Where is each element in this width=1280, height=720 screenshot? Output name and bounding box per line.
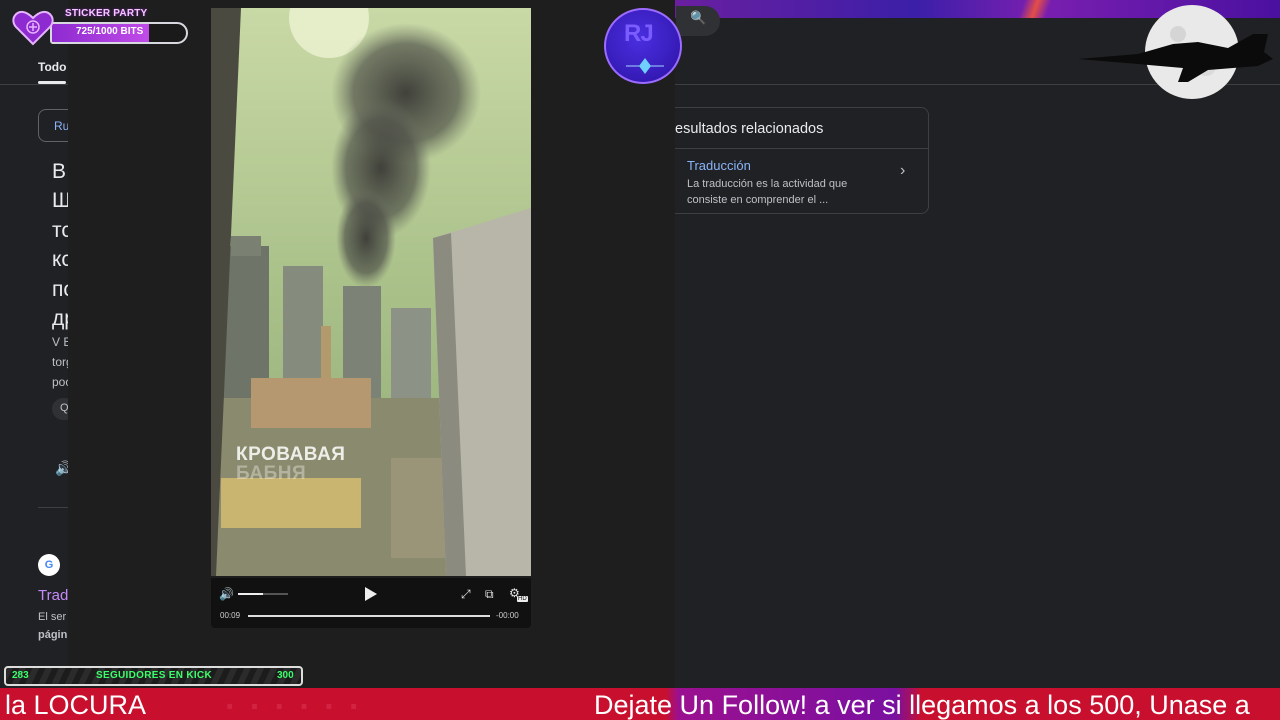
pip-icon[interactable]: ⧉: [485, 587, 494, 601]
video-frame-image: [211, 8, 531, 576]
divider: [0, 84, 68, 85]
search-results-right: [675, 0, 1280, 690]
play-icon[interactable]: [365, 587, 377, 601]
video-watermark: БАБНЯ: [236, 463, 307, 484]
divider: [38, 507, 68, 508]
sticker-party-widget: STICKER PARTY 725/1000 BITS: [10, 6, 188, 46]
related-results-card: esultados relacionados Traducción La tra…: [675, 107, 929, 214]
related-item-title[interactable]: Traducción: [687, 158, 751, 173]
screen: Todo Ru В Щ тс кс пс др V E torg poc Q 🔊…: [0, 0, 1280, 720]
followers-label: SEGUIDORES EN KICK: [96, 670, 212, 681]
result-title-line[interactable]: Щ: [52, 186, 68, 216]
video-player[interactable]: КРОВАВАЯ БАБНЯ: [211, 8, 531, 576]
google-translate-icon: G: [38, 554, 60, 576]
search-button[interactable]: 🔍: [676, 6, 720, 36]
fullscreen-icon[interactable]: ⤢: [461, 587, 471, 601]
translate-result-more: págin: [38, 629, 68, 641]
channel-logo: RJ: [604, 8, 682, 84]
query-pill[interactable]: Q: [52, 398, 68, 420]
result-snippet-line: poc: [52, 375, 68, 389]
speaker-icon[interactable]: 🔊: [55, 460, 68, 477]
followers-current: 283: [12, 670, 29, 681]
result-title-line[interactable]: пс: [52, 275, 68, 305]
seek-bar[interactable]: [248, 615, 490, 617]
translate-result-desc: El ser: [38, 611, 67, 623]
result-title-line[interactable]: кс: [52, 245, 68, 275]
sticker-party-label: STICKER PARTY: [65, 8, 148, 19]
language-chip[interactable]: Ru: [38, 109, 68, 142]
followers-goal-bar: 283 SEGUIDORES EN KICK 300: [4, 666, 303, 686]
divider: [675, 148, 928, 149]
flare: [1005, 0, 1065, 18]
chevron-right-icon[interactable]: ›: [900, 162, 905, 180]
ticker-banner: · · · · · · la LOCURA Dejate Un Follow! …: [0, 688, 1280, 720]
translate-result-title[interactable]: Trad: [38, 587, 68, 604]
ticker-ghost-text: · · · · · ·: [225, 688, 363, 720]
ticker-text-right: Dejate Un Follow! a ver si llegamos a lo…: [594, 690, 1250, 720]
tab-all[interactable]: Todo: [38, 60, 66, 74]
related-results-title: esultados relacionados: [675, 121, 824, 137]
moon-jet-graphic: [1078, 5, 1273, 99]
sticker-count: 725/1000 BITS: [76, 26, 144, 37]
heart-icon: [12, 10, 54, 46]
time-remaining: -00:00: [496, 611, 519, 620]
search-icon: 🔍: [690, 10, 707, 25]
result-title-line[interactable]: др: [52, 304, 68, 334]
result-snippet-line: torg: [52, 355, 68, 369]
volume-icon[interactable]: 🔊: [219, 587, 234, 601]
result-snippet-line: V E: [52, 335, 68, 349]
followers-goal: 300: [277, 670, 294, 681]
logo-text: RJ: [624, 20, 654, 47]
search-results-left: Todo Ru В Щ тс кс пс др V E torg poc Q 🔊…: [0, 0, 68, 690]
hd-badge: HD: [517, 596, 528, 602]
video-controls: 🔊 ⤢ ⧉ ⚙ HD 00:09 -00:00: [211, 578, 531, 628]
result-title-line[interactable]: В: [52, 157, 68, 187]
related-item-desc: La traducción es la actividad que consis…: [687, 178, 848, 206]
volume-slider[interactable]: [238, 592, 288, 596]
mic-glow-icon: [626, 58, 664, 74]
ticker-text-left: la LOCURA: [5, 690, 147, 720]
time-current: 00:09: [220, 611, 241, 620]
result-title-line[interactable]: тс: [52, 216, 68, 246]
